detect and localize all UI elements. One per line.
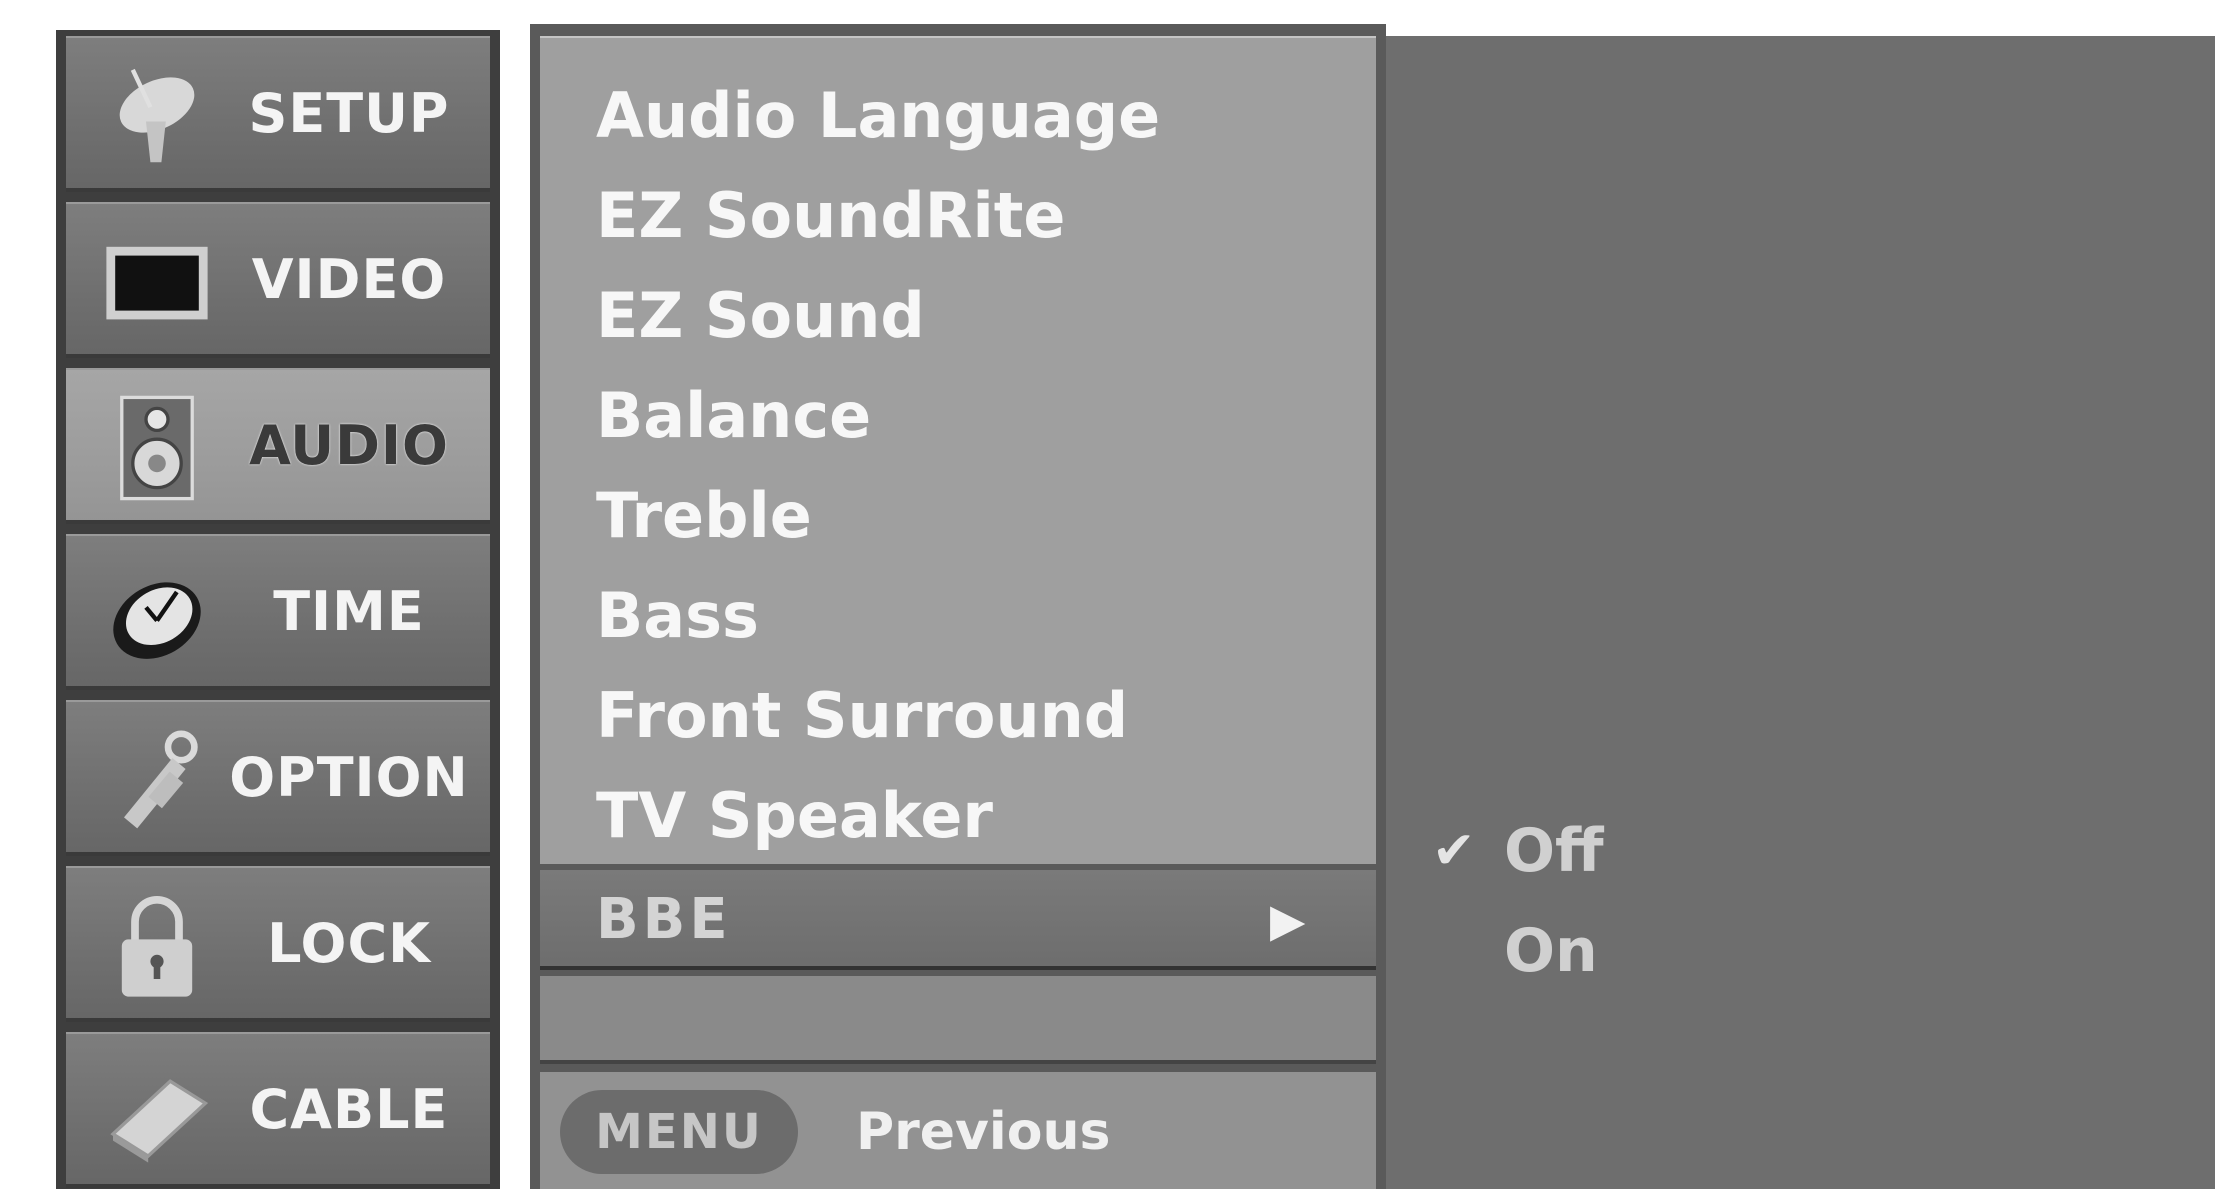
cable-box-icon [102, 1057, 212, 1167]
sidebar-item-label: CABLE [249, 1078, 449, 1141]
menu-item-front-surround[interactable]: Front Surround [596, 666, 1128, 766]
option-area: ✔ Off On [1386, 36, 2215, 1189]
option-off[interactable]: ✔ Off [1432, 806, 1604, 896]
wrench-tag-icon [102, 725, 212, 835]
tv-screen-icon [102, 227, 212, 337]
checkmark-icon: ✔ [1432, 821, 1476, 881]
sidebar-item-label: TIME [273, 580, 425, 643]
menu-item-bbe-label: BBE [596, 887, 732, 952]
menu-button[interactable]: MENU [560, 1090, 798, 1174]
menu-item-ez-sound[interactable]: EZ Sound [596, 266, 925, 366]
menu-item-treble[interactable]: Treble [596, 466, 812, 566]
audio-submenu: Audio Language EZ SoundRite EZ Sound Bal… [540, 36, 1376, 864]
submenu-footer: MENU Previous [540, 1072, 1376, 1189]
sidebar-item-audio[interactable]: AUDIO [66, 368, 490, 524]
sidebar-item-time[interactable]: TIME [66, 534, 490, 690]
menu-item-tv-speaker[interactable]: TV Speaker [596, 766, 993, 866]
menu-item-balance[interactable]: Balance [596, 366, 871, 466]
category-sidebar: SETUP VIDEO AUDIO TIME OPTION LOCK CABLE [56, 30, 500, 1189]
option-label: Off [1504, 816, 1604, 886]
sidebar-item-option[interactable]: OPTION [66, 700, 490, 856]
sidebar-item-label: AUDIO [249, 414, 449, 477]
sidebar-item-video[interactable]: VIDEO [66, 202, 490, 358]
submenu-arrow-icon: ▶ [1270, 893, 1306, 947]
clock-icon [102, 559, 212, 669]
footer-hint: Previous [856, 1102, 1111, 1162]
menu-item-audio-language[interactable]: Audio Language [596, 66, 1160, 166]
menu-item-ez-soundrite[interactable]: EZ SoundRite [596, 166, 1065, 266]
satellite-dish-icon [102, 61, 212, 171]
option-label: On [1504, 916, 1598, 986]
speaker-icon [102, 393, 212, 503]
sidebar-item-label: OPTION [229, 746, 469, 809]
submenu-empty-row [540, 976, 1376, 1064]
menu-item-bass[interactable]: Bass [596, 566, 759, 666]
sidebar-item-lock[interactable]: LOCK [66, 866, 490, 1022]
padlock-icon [102, 891, 212, 1001]
sidebar-item-setup[interactable]: SETUP [66, 36, 490, 192]
sidebar-item-cable[interactable]: CABLE [66, 1032, 490, 1188]
menu-item-bbe-selected[interactable]: BBE ▶ [540, 870, 1376, 970]
sidebar-item-label: LOCK [267, 912, 431, 975]
sidebar-item-label: SETUP [248, 82, 450, 145]
sidebar-item-label: VIDEO [251, 248, 447, 311]
option-on[interactable]: On [1504, 906, 1598, 996]
